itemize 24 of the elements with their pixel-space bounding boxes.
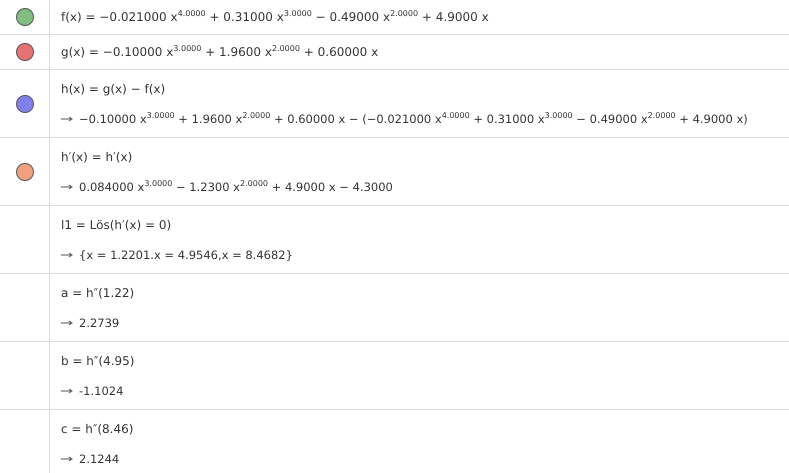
arrow-icon: [61, 184, 73, 190]
result-text: 0.084000 x$^{3.0000}$ − 1.2300 x$^{2.0000}$ + 4.9000 x − 4.3000: [79, 178, 393, 194]
definition-text[interactable]: f(x) = −0.021000 x$^{4.0000}$ + 0.31000 x$^{3.0000}$ − 0.49000 x$^{2.0000}$ + 4.9000 x: [61, 9, 489, 25]
result-text: -1.1024: [79, 382, 124, 398]
definition-text[interactable]: b = h″(4.95): [61, 352, 134, 368]
result-text: 2.1244: [79, 450, 120, 466]
arrow-icon: [61, 456, 73, 462]
result-text: {x = 1.2201.x = 4.9546,x = 8.4682}: [79, 246, 293, 262]
arrow-icon: [61, 252, 73, 258]
arrow-icon: [61, 320, 73, 326]
visibility-toggle[interactable]: [16, 8, 34, 26]
visibility-toggle[interactable]: [16, 94, 34, 112]
arrow-icon: [61, 388, 73, 394]
definition-text[interactable]: a = h″(1.22): [61, 284, 134, 300]
visibility-toggle[interactable]: [16, 162, 34, 180]
definition-text[interactable]: h(x) = g(x) − f(x): [61, 80, 748, 96]
visibility-toggle[interactable]: [16, 43, 34, 61]
result-text: 2.2739: [79, 314, 120, 330]
definition-text[interactable]: l1 = Lös(h′(x) = 0): [61, 216, 293, 232]
definition-text[interactable]: h′(x) = h′(x): [61, 148, 393, 164]
result-text: −0.10000 x$^{3.0000}$ + 1.9600 x$^{2.0000}$ + 0.60000 x − (−0.021000 x$^{4.0000}$ + 0.31000 x$^{3.0000}$ − 0.49000 x$^{2.0000}$ + 4.9000 x): [79, 110, 748, 126]
definition-text[interactable]: c = h″(8.46): [61, 420, 134, 436]
arrow-icon: [61, 116, 73, 122]
definition-text[interactable]: g(x) = −0.10000 x$^{3.0000}$ + 1.9600 x$^{2.0000}$ + 0.60000 x: [61, 44, 378, 60]
